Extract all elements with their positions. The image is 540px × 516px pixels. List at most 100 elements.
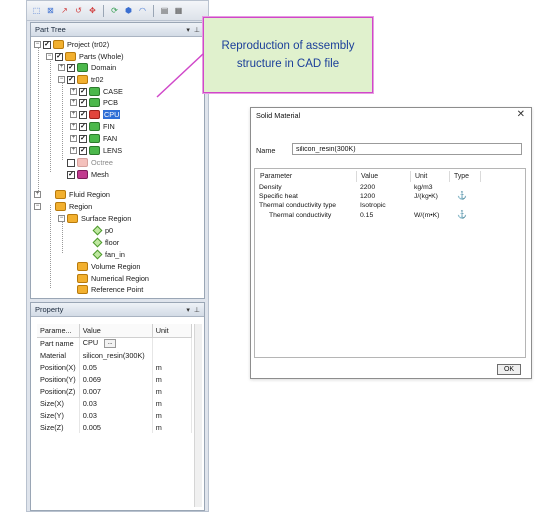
chevron-down-icon[interactable]: ▾: [186, 26, 190, 34]
tree-item-numerical-region[interactable]: Numerical Region: [77, 273, 149, 284]
expand-icon[interactable]: +: [70, 123, 77, 130]
checkbox-checked-icon[interactable]: ✓: [67, 170, 75, 179]
tree-item-cpu[interactable]: + ✓ CPU: [70, 109, 121, 120]
property-scrollbar[interactable]: [194, 324, 202, 507]
tree-item-floor[interactable]: floor: [92, 237, 119, 248]
tree-item-octree[interactable]: Octree: [67, 157, 113, 168]
checkbox-checked-icon[interactable]: ✓: [43, 40, 51, 49]
param-cell: Size(X): [37, 397, 80, 409]
value-cell[interactable]: 0.05: [79, 361, 153, 373]
value-cell[interactable]: 0.005: [79, 421, 153, 433]
expand-icon[interactable]: +: [58, 64, 65, 71]
table-row[interactable]: Position(Y) 0.069 m: [37, 373, 193, 385]
table-row[interactable]: Size(X) 0.03 m: [37, 397, 193, 409]
tree-guide-line: [50, 59, 51, 172]
pin-icon[interactable]: ⊥: [194, 26, 200, 34]
unit-cell: m: [152, 409, 193, 421]
value-cell[interactable]: 0.03: [79, 397, 153, 409]
rotate-icon[interactable]: ↺: [73, 5, 84, 16]
value-cell[interactable]: CPU...: [79, 337, 153, 349]
expand-icon[interactable]: +: [70, 88, 77, 95]
chevron-down-icon[interactable]: ▾: [186, 306, 190, 314]
anchor-icon[interactable]: ⚓: [457, 191, 467, 200]
checkbox-checked-icon[interactable]: ✓: [79, 122, 87, 131]
pan-icon[interactable]: ✥: [87, 5, 98, 16]
tree-item-label: Reference Point: [91, 285, 144, 294]
tree-item-surface-region[interactable]: − Surface Region: [58, 213, 131, 224]
checkbox-checked-icon[interactable]: ✓: [67, 63, 75, 72]
checkbox-checked-icon[interactable]: ✓: [79, 87, 87, 96]
tree-item-pcb[interactable]: + ✓ PCB: [70, 97, 118, 108]
pin-icon[interactable]: ⊥: [194, 306, 200, 314]
browse-button[interactable]: ...: [104, 339, 117, 349]
value-cell[interactable]: 0.03: [79, 409, 153, 421]
expand-icon[interactable]: +: [70, 111, 77, 118]
collapse-icon[interactable]: −: [34, 203, 41, 210]
tree-item-region[interactable]: − Region: [34, 201, 92, 212]
tree-item-lens[interactable]: + ✓ LENS: [70, 145, 122, 156]
tree-item-project[interactable]: − ✓ Project (tr02): [34, 39, 109, 50]
checkbox-unchecked-icon[interactable]: [67, 158, 75, 167]
expand-icon[interactable]: +: [70, 135, 77, 142]
material-name-field[interactable]: [292, 143, 522, 155]
collapse-icon[interactable]: −: [58, 76, 65, 83]
value-cell[interactable]: 0.069: [79, 373, 153, 385]
tree-item-label: Surface Region: [81, 214, 132, 223]
tree-item-mesh[interactable]: ✓ Mesh: [67, 169, 109, 180]
checkbox-checked-icon[interactable]: ✓: [79, 146, 87, 155]
param-value[interactable]: 2200: [360, 184, 375, 191]
cube-icon[interactable]: ⬢: [123, 5, 134, 16]
checkbox-checked-icon[interactable]: ✓: [79, 134, 87, 143]
property-header-row: Parame... Value Unit: [37, 324, 193, 338]
curve-icon[interactable]: ◠: [137, 5, 148, 16]
param-cell: Position(X): [37, 361, 80, 373]
tree-item-parts[interactable]: − ✓ Parts (Whole): [46, 51, 124, 62]
checkbox-checked-icon[interactable]: ✓: [79, 110, 87, 119]
tree-item-tr02[interactable]: − ✓ tr02: [58, 74, 104, 85]
table-row[interactable]: Material silicon_resin(300K): [37, 349, 193, 361]
part-tree-pane: Part Tree ▾ ⊥ − ✓ Project (tr02) − ✓ Par…: [30, 22, 205, 299]
collapse-icon[interactable]: −: [46, 53, 53, 60]
tree-item-fan[interactable]: + ✓ FAN: [70, 133, 117, 144]
tree-item-fluid-region[interactable]: + Fluid Region: [34, 189, 110, 200]
collapse-icon[interactable]: −: [58, 215, 65, 222]
expand-icon[interactable]: +: [70, 99, 77, 106]
tree-item-fan-in[interactable]: fan_in: [92, 249, 125, 260]
checkbox-checked-icon[interactable]: ✓: [55, 52, 63, 61]
tree-toolbar: ⬚ ⊠ ↗ ↺ ✥ ⟳ ⬢ ◠ ▤ ▦: [27, 1, 208, 21]
table-row[interactable]: Size(Z) 0.005 m: [37, 421, 193, 433]
tree-item-domain[interactable]: + ✓ Domain: [58, 62, 116, 73]
table-row[interactable]: Part name CPU...: [37, 337, 193, 349]
ok-button[interactable]: OK: [497, 364, 521, 375]
checkbox-checked-icon[interactable]: ✓: [67, 75, 75, 84]
table-row[interactable]: Size(Y) 0.03 m: [37, 409, 193, 421]
tree-item-label: LENS: [103, 146, 123, 155]
anchor-icon[interactable]: ⚓: [457, 210, 467, 219]
param-value[interactable]: Isotropic: [360, 202, 386, 209]
column-header: Parameter: [257, 171, 357, 182]
table-row[interactable]: Position(Z) 0.007 m: [37, 385, 193, 397]
tree-item-fin[interactable]: + ✓ FIN: [70, 121, 115, 132]
select-box-icon[interactable]: ⊠: [45, 5, 56, 16]
refresh-icon[interactable]: ⟳: [109, 5, 120, 16]
tree-item-volume-region[interactable]: Volume Region: [77, 261, 141, 272]
param-value[interactable]: 1200: [360, 193, 375, 200]
close-icon[interactable]: ✕: [517, 109, 525, 120]
expand-icon[interactable]: +: [70, 147, 77, 154]
table-row[interactable]: Position(X) 0.05 m: [37, 361, 193, 373]
value-cell[interactable]: 0.007: [79, 385, 153, 397]
tree-item-case[interactable]: + ✓ CASE: [70, 86, 123, 97]
param-value[interactable]: 0.15: [360, 212, 373, 219]
param-cell: Size(Z): [37, 421, 80, 433]
expand-icon[interactable]: +: [34, 191, 41, 198]
select-tool-icon[interactable]: ⬚: [31, 5, 42, 16]
value-cell[interactable]: silicon_resin(300K): [79, 349, 153, 361]
grid-icon[interactable]: ▦: [173, 5, 184, 16]
layout-icon[interactable]: ▤: [159, 5, 170, 16]
collapse-icon[interactable]: −: [34, 41, 41, 48]
checkbox-checked-icon[interactable]: ✓: [79, 98, 87, 107]
tree-item-reference-point[interactable]: Reference Point: [77, 284, 143, 295]
tree-item-p0[interactable]: p0: [92, 225, 113, 236]
unit-cell: m: [152, 361, 193, 373]
fit-view-icon[interactable]: ↗: [59, 5, 70, 16]
